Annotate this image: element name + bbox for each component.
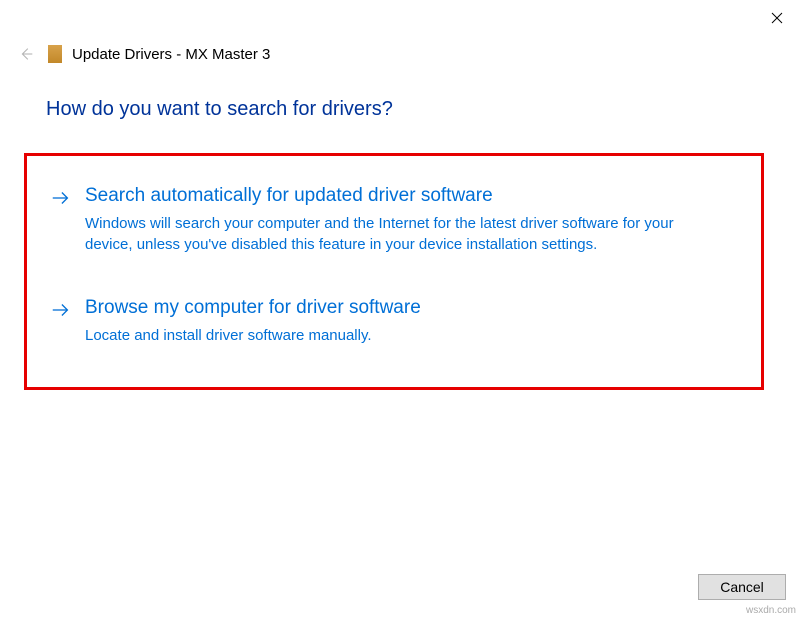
option-search-automatically[interactable]: Search automatically for updated driver …: [49, 184, 739, 256]
close-icon: [771, 12, 783, 24]
close-button[interactable]: [754, 2, 800, 34]
header-row: Update Drivers - MX Master 3: [0, 36, 800, 74]
page-heading: How do you want to search for drivers?: [46, 98, 754, 121]
cancel-button[interactable]: Cancel: [698, 574, 786, 600]
option-description: Windows will search your computer and th…: [85, 213, 705, 257]
option-title: Browse my computer for driver software: [85, 296, 739, 321]
content-area: How do you want to search for drivers? S…: [0, 74, 800, 390]
option-body: Browse my computer for driver software L…: [85, 296, 739, 346]
watermark: wsxdn.com: [746, 605, 796, 616]
back-button[interactable]: [16, 44, 36, 64]
option-description: Locate and install driver software manua…: [85, 325, 705, 347]
arrow-right-icon: [49, 298, 73, 322]
options-highlight-box: Search automatically for updated driver …: [24, 153, 764, 390]
footer: Cancel: [698, 574, 786, 600]
option-browse-computer[interactable]: Browse my computer for driver software L…: [49, 296, 739, 346]
option-title: Search automatically for updated driver …: [85, 184, 739, 209]
device-icon: [48, 45, 62, 63]
option-body: Search automatically for updated driver …: [85, 184, 739, 256]
arrow-right-icon: [49, 186, 73, 210]
back-arrow-icon: [17, 45, 35, 63]
titlebar: [0, 0, 800, 36]
window-title: Update Drivers - MX Master 3: [72, 46, 270, 63]
